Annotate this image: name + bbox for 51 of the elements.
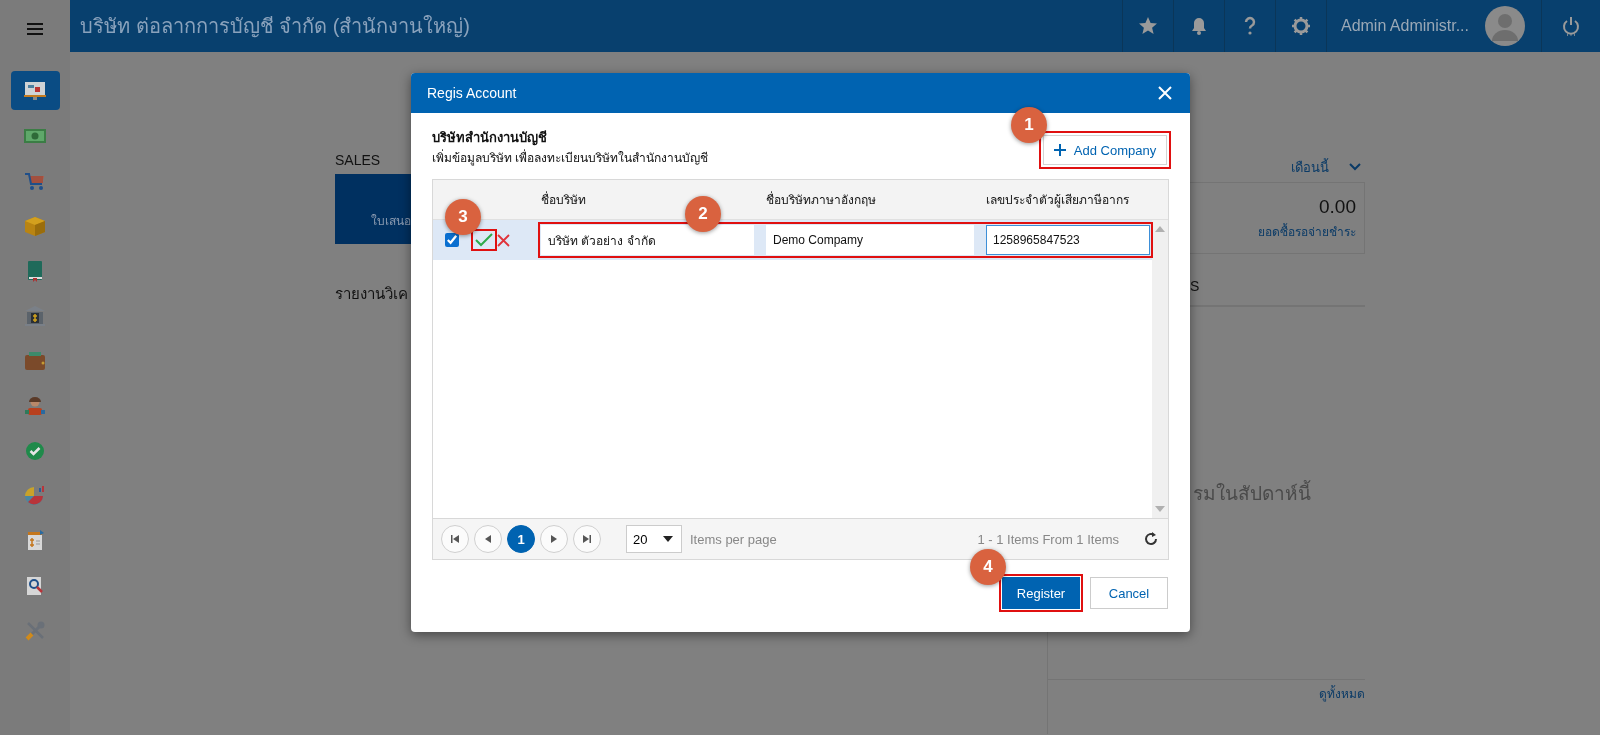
dialog-title: Regis Account [427,85,517,101]
chevron-down-icon[interactable] [1349,163,1361,171]
last-page-button[interactable] [573,525,601,553]
next-page-icon [549,534,559,544]
page-size-label: Items per page [690,531,777,547]
pie-chart-icon [23,483,47,508]
settings-icon [1290,16,1311,36]
previous-page-button[interactable] [474,525,502,553]
first-page-button[interactable] [441,525,469,553]
stat-value: 0.00 [1319,195,1356,218]
user-name[interactable]: Admin Administr... [1340,17,1469,35]
scrollbar[interactable] [1152,220,1168,518]
power-icon [1562,16,1580,36]
cancel-button[interactable]: Cancel [1090,577,1168,609]
page-size-dropdown[interactable]: 20 [626,525,682,553]
input-field[interactable]: Demo Compamy [766,225,974,255]
input-field[interactable]: 1258965847523 [986,225,1150,255]
previous-page-icon [483,534,493,544]
scroll-up-icon[interactable] [1155,226,1165,232]
sidebar-item[interactable] [10,71,60,110]
next-page-button[interactable] [540,525,568,553]
pager-summary: 1 - 1 Items From 1 Items [977,531,1119,547]
section-description: เพิ่มข้อมูลบริษัท เพื่อลงทะเบียนบริษัทในสำนักงานบัญชี [432,149,709,167]
last-page-icon [582,534,592,544]
stat-label: ยอดซื้อรอจ่ายชำระ [1258,222,1356,241]
tile-label: ใบเสนอ [371,213,411,230]
column-header: เลขประจำตัวผู้เสียภาษีอากร [986,193,1129,207]
caret-icon [663,536,673,542]
app-title: บริษัท ต่อลากการบัญชี จำกัด (สำนักงานใหญ่) [79,14,470,40]
register-button[interactable]: Register [1002,577,1080,609]
section-heading: บริษัทสำนักงานบัญชี [432,129,548,147]
input-field[interactable]: บริษัท ตัวอย่าง จำกัด [541,225,754,255]
section-label: SALES [335,152,382,170]
plus-icon [1053,144,1066,156]
report-heading: รายงานวิเค [335,284,409,304]
page-button[interactable]: 1 [507,525,535,553]
star-icon [1137,16,1158,36]
scroll-down-icon[interactable] [1155,506,1165,512]
bank-icon [23,303,47,328]
column-header: ชื่อบริษัทภาษาอังกฤษ [766,193,876,207]
summary-tile[interactable]: ใบเสนอ [335,174,411,244]
row-checkbox[interactable] [445,233,459,247]
close-icon[interactable] [497,233,510,247]
add-company-button[interactable]: Add Company [1043,135,1167,165]
check-icon[interactable] [475,233,493,247]
avatar-icon[interactable] [1485,6,1525,46]
refresh-icon[interactable] [1144,532,1158,546]
menu-icon[interactable] [27,22,43,35]
column-header: ชื่อบริษัท [541,193,586,207]
step-badge: 1 [1011,107,1047,143]
first-page-icon [450,534,460,544]
